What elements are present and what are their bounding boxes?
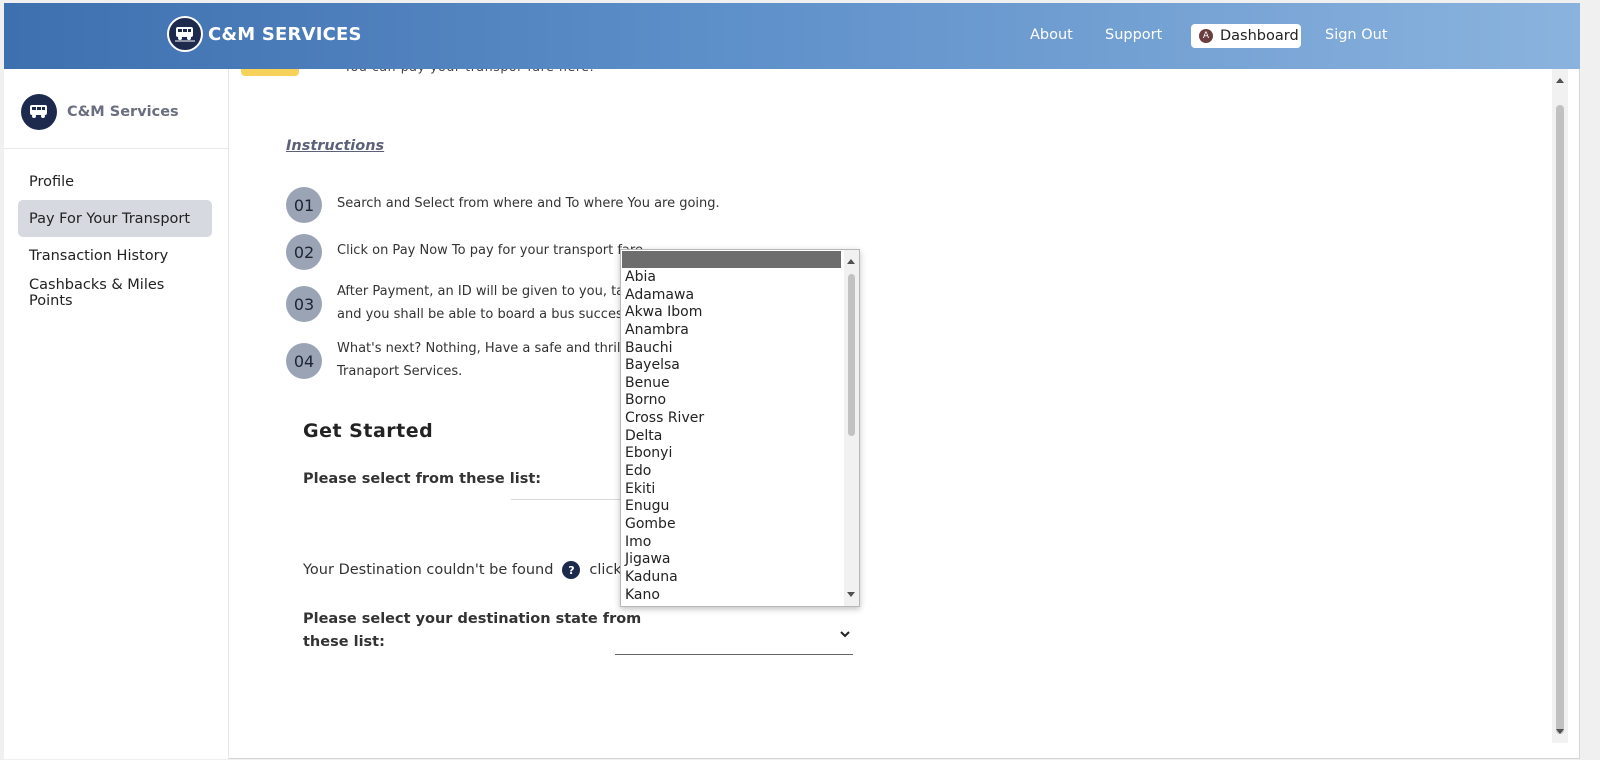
- step-line: Click on Pay Now To pay for your transpo…: [337, 243, 648, 258]
- bus-logo-icon: [21, 94, 57, 130]
- sidebar-brand[interactable]: C&M Services: [21, 94, 179, 130]
- dropdown-option[interactable]: Gombe: [625, 516, 704, 534]
- brand-name: C&M SERVICES: [208, 23, 362, 45]
- dropdown-scroll-thumb[interactable]: [848, 274, 855, 436]
- dropdown-option[interactable]: Imo: [625, 534, 704, 552]
- bus-logo-icon: [167, 16, 203, 52]
- sidebar: C&M Services Profile Pay For Your Transp…: [4, 69, 229, 759]
- state-dropdown-list[interactable]: Abia Adamawa Akwa Ibom Anambra Bauchi Ba…: [620, 249, 860, 607]
- dropdown-option[interactable]: Ekiti: [625, 481, 704, 499]
- dropdown-option[interactable]: Enugu: [625, 498, 704, 516]
- dropdown-option[interactable]: Kaduna: [625, 569, 704, 587]
- browser-window: C&M SERVICES About Support A Dashboard S…: [4, 3, 1580, 759]
- dropdown-option[interactable]: Anambra: [625, 322, 704, 340]
- click-text: click: [589, 562, 622, 578]
- dropdown-option[interactable]: Bauchi: [625, 340, 704, 358]
- sidebar-item-transaction-history[interactable]: Transaction History: [18, 237, 212, 274]
- nav-support-link[interactable]: Support: [1105, 27, 1162, 43]
- sidebar-brand-name: C&M Services: [67, 104, 179, 120]
- scroll-down-arrow-icon[interactable]: [847, 592, 855, 597]
- label-line: Please select your destination state fro…: [303, 611, 642, 627]
- user-avatar: A: [1199, 29, 1213, 43]
- step-text: Click on Pay Now To pay for your transpo…: [337, 239, 647, 262]
- sidebar-item-cashbacks[interactable]: Cashbacks & Miles Points: [18, 274, 212, 311]
- step-number: 02: [286, 234, 322, 270]
- step-text: Search and Select from where and To wher…: [337, 192, 720, 215]
- step-number: 04: [286, 343, 322, 379]
- help-icon[interactable]: ?: [562, 561, 581, 579]
- dropdown-selected-highlight: [622, 251, 841, 268]
- step-line: After Payment, an ID will be given to yo…: [337, 284, 657, 299]
- top-navbar: C&M SERVICES About Support A Dashboard S…: [4, 3, 1580, 69]
- dropdown-option[interactable]: Adamawa: [625, 287, 704, 305]
- dashboard-label: Dashboard: [1220, 28, 1299, 44]
- instructions-heading: Instructions: [286, 138, 385, 154]
- page-scroll-thumb[interactable]: [1556, 105, 1564, 734]
- not-found-text: Your Destination couldn't be found: [303, 562, 554, 578]
- sidebar-item-pay-for-transport[interactable]: Pay For Your Transport: [18, 200, 212, 237]
- step-line: Tranaport Services.: [337, 364, 463, 379]
- nav-sign-out-link[interactable]: Sign Out: [1325, 27, 1388, 43]
- step-line: What's next? Nothing, Have a safe and th…: [337, 341, 652, 356]
- dropdown-options: Abia Adamawa Akwa Ibom Anambra Bauchi Ba…: [625, 269, 704, 604]
- nav-dashboard-button[interactable]: A Dashboard: [1191, 24, 1301, 48]
- nav-about-link[interactable]: About: [1030, 27, 1073, 43]
- dropdown-option[interactable]: Akwa Ibom: [625, 304, 704, 322]
- page-scrollbar[interactable]: [1552, 69, 1568, 743]
- destination-select-label: Please select your destination state fro…: [303, 608, 641, 654]
- from-select-label: Please select from these list:: [303, 471, 542, 487]
- scroll-up-arrow-icon[interactable]: [847, 259, 855, 264]
- sidebar-item-label: Transaction History: [29, 247, 169, 264]
- dropdown-option[interactable]: Borno: [625, 392, 704, 410]
- step-number: 01: [286, 187, 322, 223]
- dropdown-option[interactable]: Jigawa: [625, 551, 704, 569]
- destination-state-select[interactable]: [615, 617, 853, 655]
- dropdown-option[interactable]: Delta: [625, 428, 704, 446]
- dropdown-option[interactable]: Benue: [625, 375, 704, 393]
- sidebar-item-label: Pay For Your Transport: [29, 210, 191, 227]
- destination-not-found: Your Destination couldn't be found ? cli…: [303, 561, 637, 579]
- dropdown-option[interactable]: Edo: [625, 463, 704, 481]
- step-text: After Payment, an ID will be given to yo…: [337, 280, 657, 326]
- sidebar-item-label: Cashbacks & Miles Points: [29, 276, 165, 309]
- chevron-down-icon: [839, 625, 851, 644]
- dropdown-scrollbar[interactable]: [844, 250, 859, 606]
- scroll-up-arrow-icon[interactable]: [1556, 78, 1564, 83]
- scroll-down-arrow-icon[interactable]: [1556, 729, 1564, 734]
- dropdown-option[interactable]: Ebonyi: [625, 445, 704, 463]
- dropdown-option[interactable]: Cross River: [625, 410, 704, 428]
- sidebar-item-profile[interactable]: Profile: [18, 163, 212, 200]
- main-content: You can pay your transpor fare here. Ins…: [229, 3, 1559, 759]
- label-line: these list:: [303, 634, 385, 650]
- dropdown-option[interactable]: Abia: [625, 269, 704, 287]
- step-line: Search and Select from where and To wher…: [337, 196, 720, 211]
- from-select[interactable]: [511, 499, 621, 500]
- get-started-heading: Get Started: [303, 420, 434, 442]
- step-number: 03: [286, 286, 322, 322]
- step-line: and you shall be able to board a bus suc…: [337, 307, 650, 322]
- sidebar-divider: [4, 148, 228, 149]
- dropdown-option[interactable]: Bayelsa: [625, 357, 704, 375]
- dropdown-option[interactable]: Kano: [625, 587, 704, 605]
- sidebar-item-label: Profile: [29, 173, 75, 190]
- brand[interactable]: C&M SERVICES: [167, 16, 362, 52]
- step-text: What's next? Nothing, Have a safe and th…: [337, 337, 652, 383]
